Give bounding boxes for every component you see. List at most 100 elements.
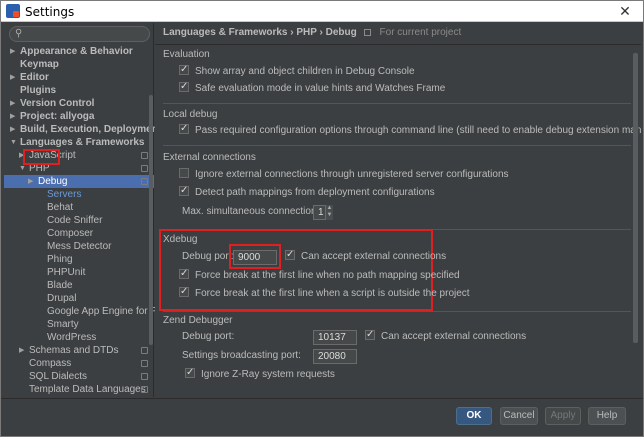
detect-mappings-option[interactable]: Detect path mappings from deployment con…: [179, 184, 435, 200]
safe-eval-checkbox[interactable]: [179, 80, 189, 94]
force-break-outside-option[interactable]: Force break at the first line when a scr…: [179, 285, 470, 301]
chevron-right-icon[interactable]: ▶: [10, 71, 15, 84]
sidebar-item-label: Drupal: [47, 293, 77, 304]
window-title: Settings: [25, 5, 75, 19]
settings-sidebar: ⚲ ▶ Appearance & Behavior Keymap ▶ Editor Plu…: [4, 23, 171, 397]
zend-accept-external-option[interactable]: Can accept external connections: [365, 328, 527, 344]
sidebar-item[interactable]: ▶ Project: allyoga: [4, 110, 154, 123]
sidebar-item[interactable]: ▶ Version Control: [4, 97, 154, 110]
sidebar-item[interactable]: ▼ Languages & Frameworks: [4, 136, 154, 149]
pass-config-option[interactable]: Pass required configuration options thro…: [179, 122, 641, 138]
ignore-zray-option[interactable]: Ignore Z-Ray system requests: [185, 366, 335, 382]
sidebar-item[interactable]: Keymap: [4, 58, 154, 71]
sidebar-item-label: Smarty: [47, 319, 79, 330]
settings-tree: ▶ Appearance & Behavior Keymap ▶ Editor Plugi…: [4, 45, 171, 396]
chevron-right-icon[interactable]: ▶: [10, 97, 15, 110]
sidebar-item[interactable]: ▶ Debug: [4, 175, 154, 188]
apply-button[interactable]: Apply: [545, 407, 581, 425]
ignore-unregistered-option[interactable]: Ignore external connections through unre…: [179, 168, 509, 182]
sidebar-item[interactable]: Phing: [4, 253, 154, 266]
zend-accept-external-label: Can accept external connections: [381, 331, 527, 342]
chevron-right-icon[interactable]: ▶: [10, 123, 15, 136]
safe-eval-option[interactable]: Safe evaluation mode in value hints and …: [179, 80, 445, 96]
show-array-option[interactable]: Show array and object children in Debug …: [179, 63, 415, 79]
sidebar-item[interactable]: ▶ Schemas and DTDs: [4, 344, 154, 357]
section-title-external: External connections: [163, 152, 256, 163]
max-connections-spinner[interactable]: ▲ ▼: [325, 205, 333, 220]
force-break-outside-label: Force break at the first line when a scr…: [195, 288, 470, 299]
sidebar-item[interactable]: Plugins: [4, 84, 154, 97]
zend-port-label: Debug port:: [182, 331, 235, 342]
sidebar-scrollbar[interactable]: [149, 45, 154, 397]
sidebar-item[interactable]: Mess Detector: [4, 240, 154, 253]
broadcast-port-input[interactable]: 20080: [313, 349, 357, 364]
phpstorm-logo-icon: [6, 4, 20, 18]
sidebar-item[interactable]: Smarty: [4, 318, 154, 331]
xdebug-accept-external-checkbox[interactable]: [285, 248, 295, 262]
sidebar-item-label: Template Data Languages: [29, 384, 146, 395]
breadcrumb-scope: For current project: [379, 27, 462, 38]
sidebar-item[interactable]: Compass: [4, 357, 154, 370]
chevron-down-icon[interactable]: ▼: [10, 136, 17, 149]
debug-settings-panel: Languages & Frameworks › PHP › Debug For…: [155, 23, 641, 397]
chevron-right-icon[interactable]: ▶: [28, 175, 33, 188]
dialog-footer: OK Cancel Apply Help: [1, 398, 643, 436]
sidebar-item[interactable]: ▶ Appearance & Behavior: [4, 45, 154, 58]
sidebar-item[interactable]: Composer: [4, 227, 154, 240]
pass-config-label: Pass required configuration options thro…: [195, 125, 641, 136]
sidebar-item[interactable]: SQL Dialects: [4, 370, 154, 383]
sidebar-item[interactable]: Drupal: [4, 292, 154, 305]
sidebar-item[interactable]: Behat: [4, 201, 154, 214]
project-scope-icon: [141, 386, 148, 393]
sidebar-item-label: Version Control: [20, 98, 95, 109]
chevron-right-icon[interactable]: ▶: [10, 110, 15, 123]
show-array-checkbox[interactable]: [179, 63, 189, 77]
section-title-local-debug: Local debug: [163, 109, 218, 120]
ignore-zray-checkbox[interactable]: [185, 366, 195, 380]
sidebar-item[interactable]: ▶ Editor: [4, 71, 154, 84]
sidebar-item-label: Blade: [47, 280, 73, 291]
cancel-button[interactable]: Cancel: [500, 407, 538, 425]
xdebug-port-label: Debug port:: [182, 251, 235, 262]
zend-port-input[interactable]: 10137: [313, 330, 357, 345]
sidebar-item[interactable]: ▶ Build, Execution, Deployment: [4, 123, 161, 136]
sidebar-item[interactable]: Servers: [4, 188, 154, 201]
sidebar-item-label: Languages & Frameworks: [20, 137, 145, 148]
xdebug-accept-external-label: Can accept external connections: [301, 251, 447, 262]
sidebar-item[interactable]: PHPUnit: [4, 266, 154, 279]
project-scope-icon: [141, 165, 148, 172]
sidebar-item[interactable]: WordPress: [4, 331, 154, 344]
force-break-no-mapping-option[interactable]: Force break at the first line when no pa…: [179, 267, 460, 283]
debug-annotation-box: [23, 149, 60, 165]
search-icon: ⚲: [15, 28, 23, 39]
settings-window: Settings ✕ ⚲ ▶ Appearance & Behavior Keyma…: [0, 0, 644, 437]
project-scope-icon: [141, 347, 148, 354]
sidebar-item[interactable]: Code Sniffer: [4, 214, 154, 227]
chevron-right-icon[interactable]: ▶: [10, 45, 15, 58]
sidebar-item[interactable]: Template Data Languages: [4, 383, 154, 396]
sidebar-item[interactable]: Google App Engine for PHP: [4, 305, 171, 318]
section-title-evaluation: Evaluation: [163, 49, 210, 60]
breadcrumb: Languages & Frameworks › PHP › Debug For…: [163, 27, 461, 43]
pass-config-checkbox[interactable]: [179, 122, 189, 136]
force-break-no-mapping-checkbox[interactable]: [179, 267, 189, 281]
sidebar-item[interactable]: Blade: [4, 279, 154, 292]
force-break-outside-checkbox[interactable]: [179, 285, 189, 299]
detect-mappings-checkbox[interactable]: [179, 184, 189, 198]
search-box[interactable]: ⚲: [9, 26, 150, 42]
broadcast-port-label: Settings broadcasting port:: [182, 350, 301, 361]
chevron-right-icon[interactable]: ▶: [19, 344, 24, 357]
xdebug-accept-external-option[interactable]: Can accept external connections: [285, 248, 447, 264]
help-button[interactable]: Help: [588, 407, 626, 425]
search-input[interactable]: [28, 28, 146, 40]
close-icon[interactable]: ✕: [613, 2, 637, 20]
sidebar-item-label: Keymap: [20, 59, 59, 70]
port-annotation-box: [229, 244, 281, 269]
sidebar-item-label: Debug: [38, 176, 68, 187]
sidebar-item-label: Code Sniffer: [47, 215, 103, 226]
content-scrollbar[interactable]: [633, 45, 639, 397]
sidebar-item-label: Phing: [47, 254, 73, 265]
zend-accept-external-checkbox[interactable]: [365, 328, 375, 342]
ok-button[interactable]: OK: [456, 407, 492, 425]
ignore-unregistered-checkbox[interactable]: [179, 168, 189, 178]
